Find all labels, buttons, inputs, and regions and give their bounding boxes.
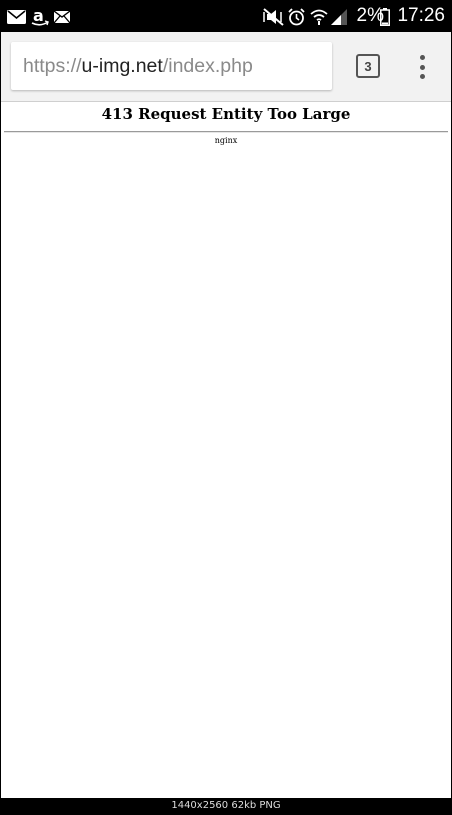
browser-toolbar: https://u-img.net/index.php 3 (1, 32, 451, 102)
browser-window: a 2% 17:26 https:// u-img.net /index.php… (1, 1, 451, 814)
address-bar[interactable]: https://u-img.net/index.php (11, 42, 332, 90)
status-bar: a 2% 17:26 (1, 1, 451, 32)
amazon-icon: a (31, 7, 49, 26)
mail-icon (7, 10, 26, 24)
server-signature: nginx (214, 136, 238, 145)
overflow-menu-icon[interactable] (411, 52, 433, 82)
tab-switcher-button[interactable]: 3 (356, 54, 380, 78)
menu-dot (419, 64, 425, 70)
horizontal-rule (4, 131, 448, 133)
url-host: u-img.net (81, 54, 163, 77)
image-caption: 1440x2560 62kb PNG (1, 798, 451, 814)
wifi-icon (310, 9, 328, 25)
signal-icon (331, 9, 347, 25)
svg-text:a: a (33, 7, 44, 25)
battery-icon (380, 8, 390, 26)
url-scheme: https:// (23, 54, 82, 77)
menu-dot (419, 74, 425, 79)
menu-dot (419, 55, 425, 60)
web-page-content: 413 Request Entity Too Large nginx (1, 102, 451, 797)
tab-count: 3 (364, 58, 372, 74)
error-heading: 413 Request Entity Too Large (101, 105, 351, 123)
clock-time: 17:26 (397, 5, 445, 26)
alarm-icon (288, 8, 305, 26)
mail-envelope-icon (54, 11, 70, 23)
url-path: /index.php (162, 54, 253, 77)
mute-vibrate-icon (263, 8, 284, 26)
